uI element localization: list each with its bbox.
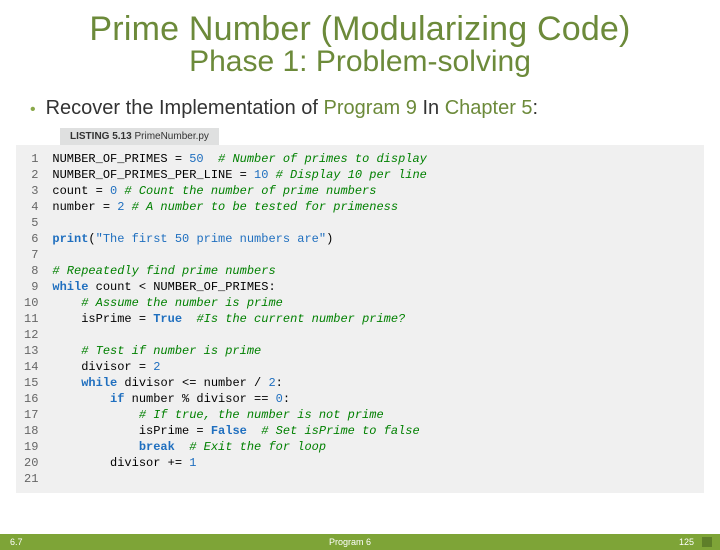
footer-bar: 6.7 Program 6 125 bbox=[0, 534, 720, 550]
page-title: Prime Number (Modularizing Code) bbox=[0, 10, 720, 49]
page-subtitle: Phase 1: Problem-solving bbox=[0, 45, 720, 79]
footer-page-num: 125 bbox=[679, 537, 694, 547]
line-numbers: 1 2 3 4 5 6 7 8 9 10 11 12 13 14 15 16 1… bbox=[24, 151, 52, 487]
bullet-text-2: In bbox=[417, 97, 445, 119]
bullet-text-1: Recover the Implementation of bbox=[46, 97, 324, 119]
code-block: 1 2 3 4 5 6 7 8 9 10 11 12 13 14 15 16 1… bbox=[16, 145, 704, 493]
bullet-icon: • bbox=[30, 101, 36, 119]
bullet-program: Program 9 bbox=[324, 97, 417, 119]
code-content: NUMBER_OF_PRIMES = 50 # Number of primes… bbox=[52, 151, 696, 487]
listing-number: LISTING 5.13 bbox=[70, 131, 132, 142]
footer-program-label: Program 6 bbox=[44, 537, 656, 547]
bullet-text-3: : bbox=[533, 97, 539, 119]
bullet-line: • Recover the Implementation of Program … bbox=[30, 97, 720, 120]
bullet-chapter: Chapter 5 bbox=[445, 97, 533, 119]
footer-icon bbox=[702, 537, 712, 547]
footer-section-num: 6.7 bbox=[4, 537, 44, 547]
listing-file: PrimeNumber.py bbox=[132, 131, 209, 142]
listing-tab: LISTING 5.13 PrimeNumber.py bbox=[60, 128, 219, 145]
